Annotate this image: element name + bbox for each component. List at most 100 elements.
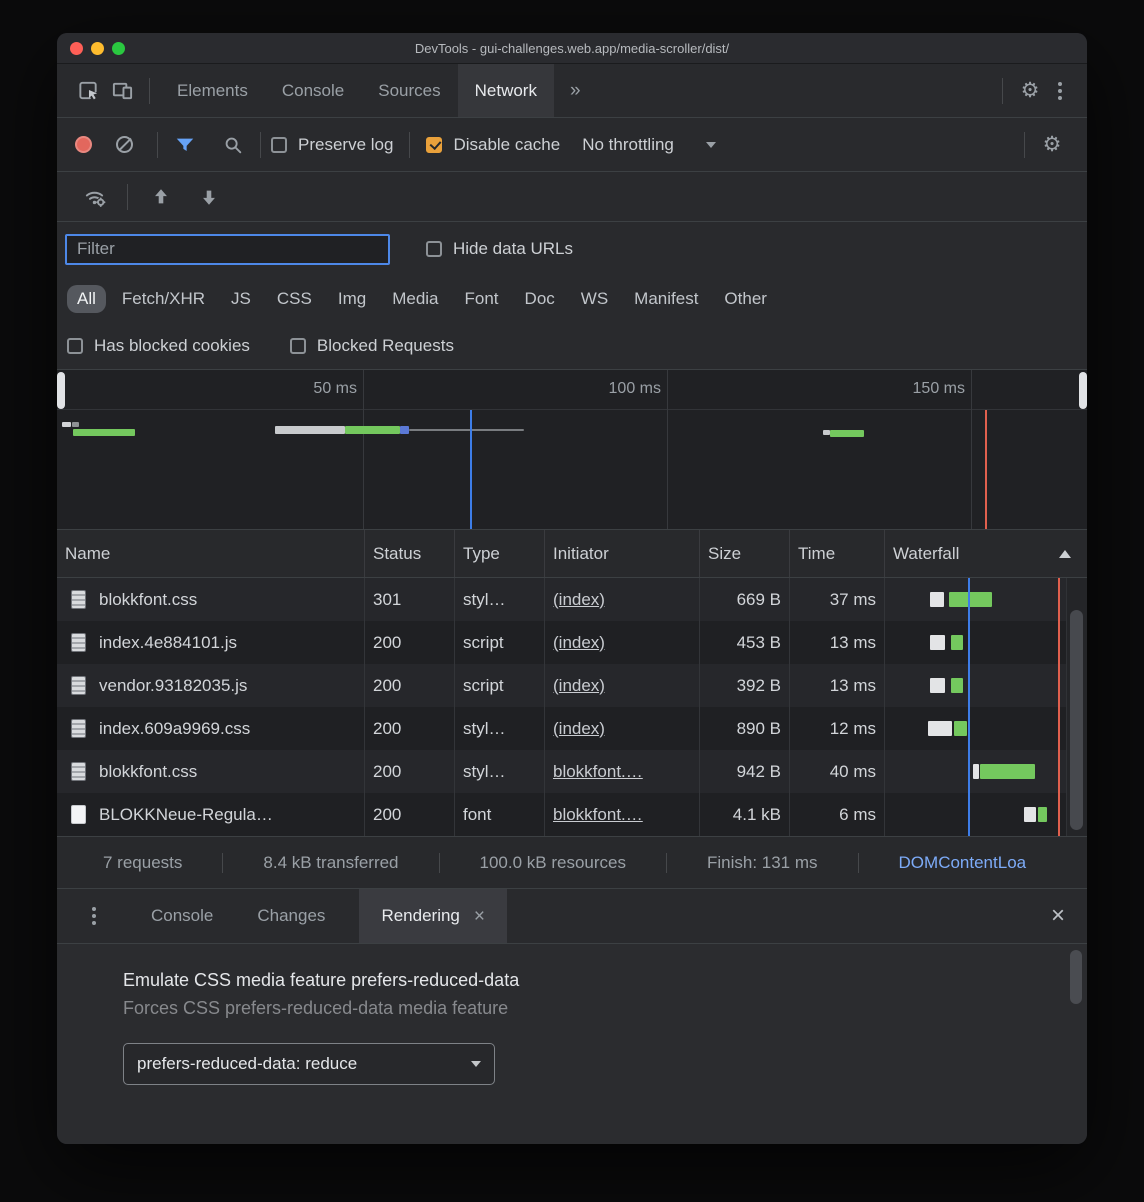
import-har-icon[interactable] bbox=[144, 180, 178, 214]
checkbox-box bbox=[290, 338, 306, 354]
close-tab-icon[interactable]: × bbox=[474, 907, 485, 926]
domcontentloaded-text: DOMContentLoa bbox=[899, 853, 1027, 873]
column-header-initiator[interactable]: Initiator bbox=[545, 530, 700, 577]
blocked-requests-checkbox[interactable]: Blocked Requests bbox=[290, 336, 454, 356]
network-settings-gear-icon[interactable]: ⚙ bbox=[1035, 128, 1069, 162]
initiator-link[interactable]: (index) bbox=[553, 719, 605, 739]
request-type: script bbox=[455, 621, 545, 664]
panel-scrollbar-thumb[interactable] bbox=[1070, 950, 1082, 1004]
divider bbox=[157, 132, 158, 158]
table-row[interactable]: blokkfont.css 301 styl… (index) 669 B 37… bbox=[57, 578, 1087, 621]
filter-pill-other[interactable]: Other bbox=[714, 285, 777, 313]
waterfall-bars bbox=[885, 793, 1087, 836]
request-status: 200 bbox=[365, 664, 455, 707]
tab-sources[interactable]: Sources bbox=[361, 64, 457, 117]
export-har-icon[interactable] bbox=[192, 180, 226, 214]
column-header-time[interactable]: Time bbox=[790, 530, 885, 577]
column-header-name[interactable]: Name bbox=[57, 530, 365, 577]
disable-cache-checkbox[interactable]: Disable cache bbox=[426, 135, 560, 155]
search-icon[interactable] bbox=[216, 128, 250, 162]
filter-pill-js[interactable]: JS bbox=[221, 285, 261, 313]
close-drawer-icon[interactable]: × bbox=[1051, 904, 1065, 928]
table-scrollbar[interactable] bbox=[1066, 578, 1087, 836]
column-header-size[interactable]: Size bbox=[700, 530, 790, 577]
request-time: 37 ms bbox=[790, 578, 885, 621]
table-row[interactable]: blokkfont.css 200 styl… blokkfont.… 942 … bbox=[57, 750, 1087, 793]
filter-pill-font[interactable]: Font bbox=[455, 285, 509, 313]
kebab-menu-icon[interactable] bbox=[1047, 74, 1073, 108]
drawer-tab-rendering[interactable]: Rendering × bbox=[359, 889, 507, 943]
prefers-reduced-data-select[interactable]: prefers-reduced-data: reduce bbox=[123, 1043, 495, 1085]
filter-pill-css[interactable]: CSS bbox=[267, 285, 322, 313]
drawer-kebab-menu-icon[interactable] bbox=[81, 899, 107, 933]
initiator-link[interactable]: (index) bbox=[553, 633, 605, 653]
overview-bar bbox=[823, 430, 830, 435]
preserve-log-checkbox[interactable]: Preserve log bbox=[271, 135, 393, 155]
overview-right-handle[interactable] bbox=[1079, 372, 1087, 409]
emulate-feature-subtitle: Forces CSS prefers-reduced-data media fe… bbox=[123, 998, 1087, 1019]
file-icon bbox=[71, 805, 86, 824]
has-blocked-cookies-checkbox[interactable]: Has blocked cookies bbox=[67, 336, 250, 356]
overview-bar bbox=[409, 429, 524, 431]
divider bbox=[409, 132, 410, 158]
zoom-window-button[interactable] bbox=[112, 42, 125, 55]
table-row[interactable]: index.609a9969.css 200 styl… (index) 890… bbox=[57, 707, 1087, 750]
network-conditions-icon[interactable] bbox=[77, 180, 111, 214]
clear-icon[interactable] bbox=[116, 136, 133, 153]
filter-funnel-icon[interactable] bbox=[168, 128, 202, 162]
column-header-status[interactable]: Status bbox=[365, 530, 455, 577]
initiator-link[interactable]: (index) bbox=[553, 676, 605, 696]
close-window-button[interactable] bbox=[70, 42, 83, 55]
throttling-select[interactable]: No throttling bbox=[582, 135, 716, 155]
tab-network[interactable]: Network bbox=[458, 64, 554, 117]
filter-input[interactable] bbox=[65, 234, 390, 265]
column-header-type[interactable]: Type bbox=[455, 530, 545, 577]
drawer-tab-changes[interactable]: Changes bbox=[235, 889, 347, 943]
record-button[interactable] bbox=[75, 136, 92, 153]
initiator-link[interactable]: blokkfont.… bbox=[553, 805, 643, 825]
file-icon bbox=[71, 590, 86, 609]
filter-pill-fetch-xhr[interactable]: Fetch/XHR bbox=[112, 285, 215, 313]
initiator-link[interactable]: blokkfont.… bbox=[553, 762, 643, 782]
overview-bar bbox=[73, 429, 135, 436]
table-row[interactable]: index.4e884101.js 200 script (index) 453… bbox=[57, 621, 1087, 664]
request-size: 453 B bbox=[700, 621, 790, 664]
filter-pill-ws[interactable]: WS bbox=[571, 285, 618, 313]
filter-pill-media[interactable]: Media bbox=[382, 285, 448, 313]
filter-pill-img[interactable]: Img bbox=[328, 285, 376, 313]
checkbox-box bbox=[426, 241, 442, 257]
request-size: 890 B bbox=[700, 707, 790, 750]
overview-bar bbox=[62, 422, 71, 427]
requests-count: 7 requests bbox=[103, 853, 182, 873]
waterfall-bars bbox=[885, 664, 1087, 707]
load-event-line bbox=[985, 410, 987, 529]
filter-pill-manifest[interactable]: Manifest bbox=[624, 285, 708, 313]
more-tabs-icon[interactable]: » bbox=[554, 80, 597, 102]
table-row[interactable]: BLOKKNeue-Regula… 200 font blokkfont.… 4… bbox=[57, 793, 1087, 836]
column-header-waterfall[interactable]: Waterfall bbox=[885, 530, 1087, 577]
traffic-lights bbox=[70, 33, 125, 63]
chevron-down-icon bbox=[706, 142, 716, 148]
minimize-window-button[interactable] bbox=[91, 42, 104, 55]
initiator-link[interactable]: (index) bbox=[553, 590, 605, 610]
divider bbox=[127, 184, 128, 210]
overview-bar bbox=[72, 422, 79, 427]
divider bbox=[439, 853, 440, 873]
request-status: 200 bbox=[365, 707, 455, 750]
hide-data-urls-checkbox[interactable]: Hide data URLs bbox=[426, 239, 573, 259]
request-table-body: blokkfont.css 301 styl… (index) 669 B 37… bbox=[57, 578, 1087, 836]
tab-elements[interactable]: Elements bbox=[160, 64, 265, 117]
filter-pill-all[interactable]: All bbox=[67, 285, 106, 313]
overview-timeline[interactable]: 50 ms100 ms150 ms bbox=[57, 370, 1087, 530]
overview-left-handle[interactable] bbox=[57, 372, 65, 409]
filter-pill-doc[interactable]: Doc bbox=[515, 285, 565, 313]
tab-console[interactable]: Console bbox=[265, 64, 361, 117]
settings-gear-icon[interactable]: ⚙ bbox=[1013, 74, 1047, 108]
scrollbar-thumb[interactable] bbox=[1070, 610, 1083, 830]
request-time: 40 ms bbox=[790, 750, 885, 793]
device-toolbar-icon[interactable] bbox=[105, 74, 139, 108]
request-status: 301 bbox=[365, 578, 455, 621]
drawer-tab-console[interactable]: Console bbox=[129, 889, 235, 943]
table-row[interactable]: vendor.93182035.js 200 script (index) 39… bbox=[57, 664, 1087, 707]
inspect-icon[interactable] bbox=[71, 74, 105, 108]
